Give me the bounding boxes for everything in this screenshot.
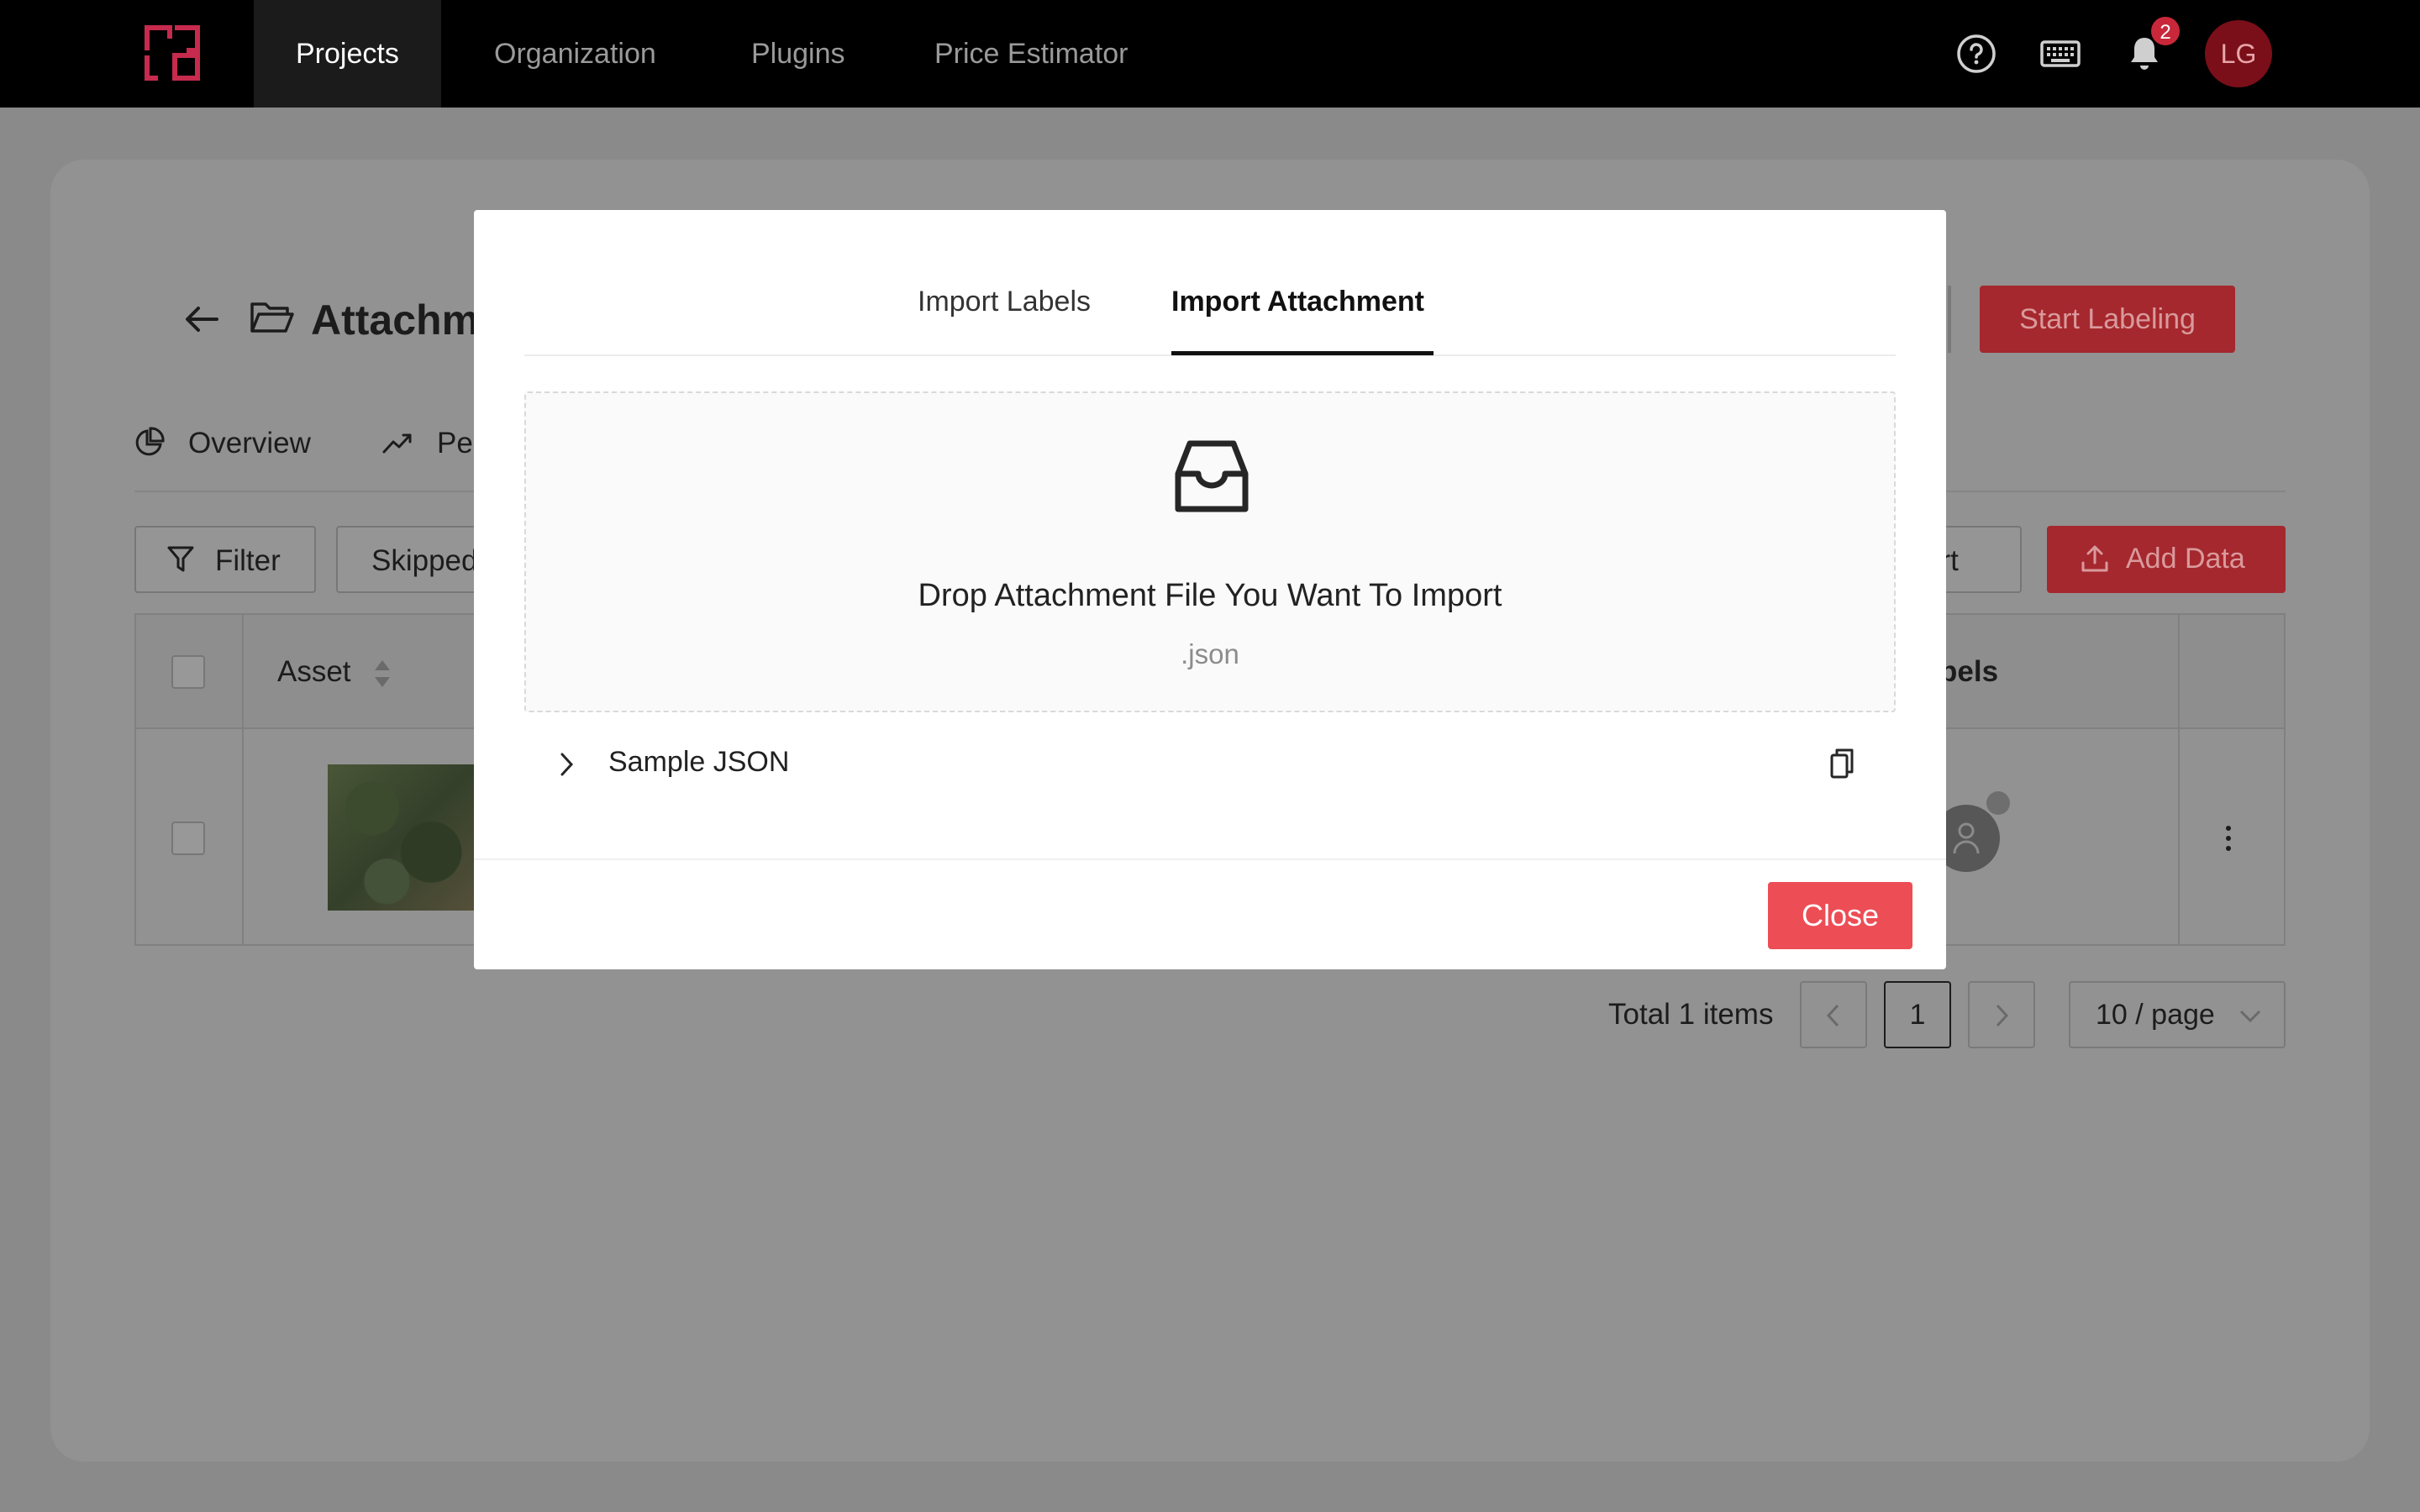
prev-page-button[interactable] xyxy=(1800,981,1867,1048)
page-size-value: 10 / page xyxy=(2096,999,2215,1031)
nav-plugins[interactable]: Plugins xyxy=(709,0,887,108)
keyboard-icon[interactable] xyxy=(2040,34,2081,74)
add-data-label: Add Data xyxy=(2126,543,2245,575)
filter-label: Filter xyxy=(215,544,281,577)
status-dot xyxy=(1986,791,2010,815)
copy-icon[interactable] xyxy=(1828,748,1855,780)
sort-icon[interactable] xyxy=(373,659,392,689)
user-icon xyxy=(1953,822,1980,854)
tab-import-labels[interactable]: Import Labels xyxy=(918,286,1091,318)
filter-button[interactable]: Filter xyxy=(134,526,316,593)
import-modal: Import Labels Import Attachment Drop Att… xyxy=(474,210,1946,969)
nav-organization[interactable]: Organization xyxy=(452,0,698,108)
pie-chart-icon xyxy=(135,427,165,456)
folder-open-icon xyxy=(250,302,294,333)
file-dropzone[interactable]: Drop Attachment File You Want To Import … xyxy=(524,391,1896,712)
row-checkbox[interactable] xyxy=(171,822,205,855)
more-icon[interactable] xyxy=(2220,823,2237,853)
close-button[interactable]: Close xyxy=(1768,882,1912,949)
tab-performance[interactable]: Pe xyxy=(437,427,473,460)
notification-badge: 2 xyxy=(2149,15,2181,47)
select-all-checkbox[interactable] xyxy=(171,655,205,689)
nav-projects[interactable]: Projects xyxy=(254,0,441,108)
page-title: Attachm xyxy=(311,297,480,344)
column-asset[interactable]: Asset xyxy=(277,655,351,689)
chevron-right-icon[interactable] xyxy=(558,751,575,778)
top-nav: Projects Organization Plugins Price Esti… xyxy=(0,0,2420,108)
nav-price-estimator[interactable]: Price Estimator xyxy=(892,0,1171,108)
upload-icon xyxy=(2081,545,2108,572)
skipped-label: Skipped xyxy=(371,544,478,577)
next-page-button[interactable] xyxy=(1968,981,2035,1048)
trend-icon xyxy=(382,433,412,454)
filter-icon xyxy=(167,546,194,572)
tab-overview[interactable]: Overview xyxy=(188,427,311,460)
active-tab-indicator xyxy=(1171,351,1434,355)
sample-json-collapse[interactable]: Sample JSON xyxy=(524,734,1896,795)
dropzone-title: Drop Attachment File You Want To Import xyxy=(918,578,1502,613)
app-logo[interactable] xyxy=(145,25,200,81)
inbox-icon xyxy=(1175,440,1249,512)
button-edge xyxy=(1948,286,1951,353)
sample-json-label: Sample JSON xyxy=(608,746,790,778)
modal-footer-divider xyxy=(474,858,1946,860)
chevron-right-icon xyxy=(1996,1004,2009,1027)
page-1-button[interactable]: 1 xyxy=(1884,981,1951,1048)
column-divider xyxy=(242,615,244,944)
column-labels: bels xyxy=(1939,655,1999,688)
page-size-select[interactable]: 10 / page xyxy=(2069,981,2286,1048)
asset-thumbnail[interactable] xyxy=(328,764,476,911)
chevron-left-icon xyxy=(1826,1004,1839,1027)
tab-import-attachment[interactable]: Import Attachment xyxy=(1171,286,1424,318)
chevron-down-icon xyxy=(2239,1010,2261,1023)
dropzone-hint: .json xyxy=(1181,638,1239,669)
avatar[interactable]: LG xyxy=(2205,20,2272,87)
start-labeling-button[interactable]: Start Labeling xyxy=(1980,286,2235,353)
pagination-total: Total 1 items xyxy=(1608,998,1774,1031)
add-data-button[interactable]: Add Data xyxy=(2047,526,2286,593)
column-divider xyxy=(2178,615,2180,944)
help-icon[interactable] xyxy=(1956,34,1996,74)
back-arrow-icon[interactable] xyxy=(182,299,222,339)
